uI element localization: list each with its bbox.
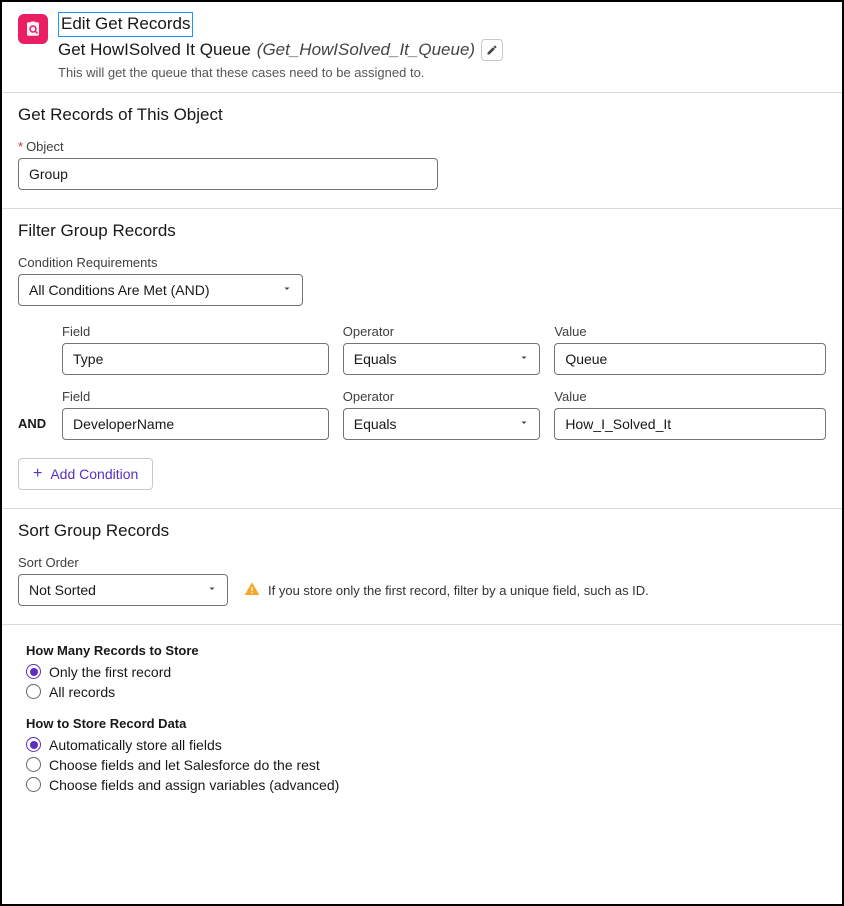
radio-icon (26, 664, 41, 679)
operator-label: Operator (343, 389, 541, 404)
radio-only-first[interactable]: Only the first record (26, 664, 826, 680)
sort-order-select[interactable] (18, 574, 228, 606)
radio-auto-store[interactable]: Automatically store all fields (26, 737, 826, 753)
panel-title: Edit Get Records (58, 12, 193, 37)
radio-icon (26, 684, 41, 699)
object-section-title: Get Records of This Object (18, 105, 826, 125)
field-label: Field (62, 324, 329, 339)
how-store-heading: How to Store Record Data (26, 716, 826, 731)
edit-label-button[interactable] (481, 39, 503, 61)
condition-req-select[interactable] (18, 274, 303, 306)
sort-section: Sort Group Records Sort Order If you sto… (2, 509, 842, 624)
radio-icon (26, 737, 41, 752)
condition-operator-select[interactable] (343, 408, 541, 440)
operator-label: Operator (343, 324, 541, 339)
element-label: Get HowISolved It Queue (58, 40, 251, 60)
object-label: *Object (18, 139, 826, 154)
field-label: Field (62, 389, 329, 404)
condition-value-input[interactable] (554, 408, 826, 440)
element-description: This will get the queue that these cases… (58, 65, 826, 80)
condition-rows: Field Operator Value AND Field (62, 324, 826, 440)
add-condition-button[interactable]: + Add Condition (18, 458, 153, 490)
filter-section-title: Filter Group Records (18, 221, 826, 241)
element-api-name: (Get_HowISolved_It_Queue) (257, 40, 475, 60)
condition-row: AND Field Operator Value (62, 389, 826, 440)
store-section: How Many Records to Store Only the first… (2, 625, 842, 815)
radio-icon (26, 757, 41, 772)
condition-value-input[interactable] (554, 343, 826, 375)
filter-section: Filter Group Records Condition Requireme… (2, 209, 842, 508)
sort-order-label: Sort Order (18, 555, 228, 570)
object-input[interactable] (18, 158, 438, 190)
condition-row: Field Operator Value (62, 324, 826, 375)
logic-operator: AND (18, 416, 46, 431)
condition-field-input[interactable] (62, 343, 329, 375)
element-header: Edit Get Records Get HowISolved It Queue… (2, 2, 842, 92)
radio-choose-fields[interactable]: Choose fields and let Salesforce do the … (26, 757, 826, 773)
sort-section-title: Sort Group Records (18, 521, 826, 541)
how-many-heading: How Many Records to Store (26, 643, 826, 658)
sort-warning: If you store only the first record, filt… (244, 581, 649, 606)
value-label: Value (554, 324, 826, 339)
warning-icon (244, 581, 260, 600)
plus-icon: + (33, 466, 42, 482)
condition-field-input[interactable] (62, 408, 329, 440)
get-records-icon (18, 14, 48, 44)
radio-choose-advanced[interactable]: Choose fields and assign variables (adva… (26, 777, 826, 793)
value-label: Value (554, 389, 826, 404)
condition-operator-select[interactable] (343, 343, 541, 375)
object-section: Get Records of This Object *Object (2, 93, 842, 208)
condition-req-label: Condition Requirements (18, 255, 826, 270)
radio-icon (26, 777, 41, 792)
radio-all-records[interactable]: All records (26, 684, 826, 700)
